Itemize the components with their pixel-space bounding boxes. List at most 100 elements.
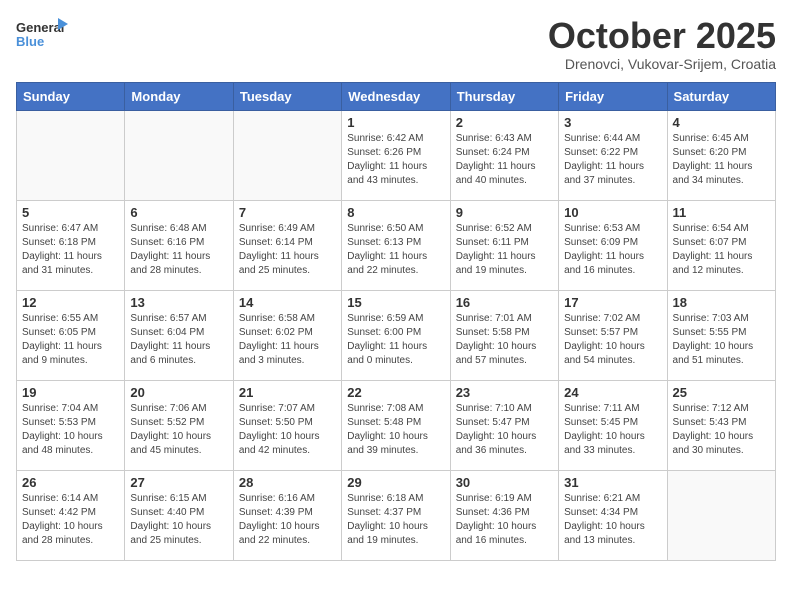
day-number: 1 [347, 115, 444, 130]
day-number: 26 [22, 475, 119, 490]
calendar-cell: 27 Sunrise: 6:15 AM Sunset: 4:40 PM Dayli… [125, 470, 233, 560]
day-info: Sunrise: 6:44 AM Sunset: 6:22 PM Dayligh… [564, 132, 661, 188]
page-header: General Blue October 2025 Drenovci, Vuko… [16, 16, 776, 72]
calendar-table: SundayMondayTuesdayWednesdayThursdayFrid… [16, 82, 776, 561]
calendar-cell [17, 110, 125, 200]
weekday-header-friday: Friday [559, 82, 667, 110]
day-info: Sunrise: 7:08 AM Sunset: 5:48 PM Dayligh… [347, 402, 444, 458]
weekday-header-saturday: Saturday [667, 82, 775, 110]
day-info: Sunrise: 7:03 AM Sunset: 5:55 PM Dayligh… [673, 312, 770, 368]
calendar-cell [667, 470, 775, 560]
weekday-header-sunday: Sunday [17, 82, 125, 110]
day-number: 8 [347, 205, 444, 220]
day-number: 20 [130, 385, 227, 400]
day-info: Sunrise: 7:10 AM Sunset: 5:47 PM Dayligh… [456, 402, 553, 458]
day-number: 18 [673, 295, 770, 310]
day-number: 22 [347, 385, 444, 400]
month-title: October 2025 [548, 16, 776, 56]
calendar-cell: 23 Sunrise: 7:10 AM Sunset: 5:47 PM Dayli… [450, 380, 558, 470]
weekday-header-thursday: Thursday [450, 82, 558, 110]
title-block: October 2025 Drenovci, Vukovar-Srijem, C… [548, 16, 776, 72]
calendar-cell: 17Sunrise: 7:02 AM Sunset: 5:57 PM Dayli… [559, 290, 667, 380]
day-info: Sunrise: 6:50 AM Sunset: 6:13 PM Dayligh… [347, 222, 444, 278]
calendar-cell: 18 Sunrise: 7:03 AM Sunset: 5:55 PM Dayli… [667, 290, 775, 380]
calendar-cell: 16Sunrise: 7:01 AM Sunset: 5:58 PM Dayli… [450, 290, 558, 380]
day-number: 31 [564, 475, 661, 490]
day-info: Sunrise: 6:15 AM Sunset: 4:40 PM Dayligh… [130, 492, 227, 548]
day-number: 29 [347, 475, 444, 490]
calendar-cell: 6 Sunrise: 6:48 AM Sunset: 6:16 PM Daylig… [125, 200, 233, 290]
calendar-cell: 15 Sunrise: 6:59 AM Sunset: 6:00 PM Dayli… [342, 290, 450, 380]
day-number: 28 [239, 475, 336, 490]
day-info: Sunrise: 6:57 AM Sunset: 6:04 PM Dayligh… [130, 312, 227, 368]
day-info: Sunrise: 6:18 AM Sunset: 4:37 PM Dayligh… [347, 492, 444, 548]
calendar-cell: 25 Sunrise: 7:12 AM Sunset: 5:43 PM Dayli… [667, 380, 775, 470]
day-info: Sunrise: 7:12 AM Sunset: 5:43 PM Dayligh… [673, 402, 770, 458]
calendar-week-0: 1 Sunrise: 6:42 AM Sunset: 6:26 PM Daylig… [17, 110, 776, 200]
calendar-cell: 11 Sunrise: 6:54 AM Sunset: 6:07 PM Dayli… [667, 200, 775, 290]
weekday-header-monday: Monday [125, 82, 233, 110]
day-info: Sunrise: 6:14 AM Sunset: 4:42 PM Dayligh… [22, 492, 119, 548]
day-number: 12 [22, 295, 119, 310]
day-info: Sunrise: 6:42 AM Sunset: 6:26 PM Dayligh… [347, 132, 444, 188]
calendar-cell: 14Sunrise: 6:58 AM Sunset: 6:02 PM Dayli… [233, 290, 341, 380]
day-number: 27 [130, 475, 227, 490]
calendar-cell: 10Sunrise: 6:53 AM Sunset: 6:09 PM Dayli… [559, 200, 667, 290]
calendar-cell: 1 Sunrise: 6:42 AM Sunset: 6:26 PM Daylig… [342, 110, 450, 200]
day-info: Sunrise: 6:43 AM Sunset: 6:24 PM Dayligh… [456, 132, 553, 188]
calendar-cell: 7 Sunrise: 6:49 AM Sunset: 6:14 PM Daylig… [233, 200, 341, 290]
day-info: Sunrise: 6:48 AM Sunset: 6:16 PM Dayligh… [130, 222, 227, 278]
calendar-cell: 9Sunrise: 6:52 AM Sunset: 6:11 PM Daylig… [450, 200, 558, 290]
calendar-cell: 5 Sunrise: 6:47 AM Sunset: 6:18 PM Daylig… [17, 200, 125, 290]
day-info: Sunrise: 6:54 AM Sunset: 6:07 PM Dayligh… [673, 222, 770, 278]
day-info: Sunrise: 6:55 AM Sunset: 6:05 PM Dayligh… [22, 312, 119, 368]
calendar-week-2: 12 Sunrise: 6:55 AM Sunset: 6:05 PM Dayli… [17, 290, 776, 380]
svg-text:General: General [16, 20, 64, 35]
location: Drenovci, Vukovar-Srijem, Croatia [548, 56, 776, 72]
day-number: 30 [456, 475, 553, 490]
logo-icon: General Blue [16, 16, 68, 52]
calendar-cell: 13 Sunrise: 6:57 AM Sunset: 6:04 PM Dayli… [125, 290, 233, 380]
calendar-cell: 21Sunrise: 7:07 AM Sunset: 5:50 PM Dayli… [233, 380, 341, 470]
day-number: 19 [22, 385, 119, 400]
day-info: Sunrise: 7:04 AM Sunset: 5:53 PM Dayligh… [22, 402, 119, 458]
calendar-cell: 3 Sunrise: 6:44 AM Sunset: 6:22 PM Daylig… [559, 110, 667, 200]
day-info: Sunrise: 6:59 AM Sunset: 6:00 PM Dayligh… [347, 312, 444, 368]
day-number: 13 [130, 295, 227, 310]
day-number: 5 [22, 205, 119, 220]
day-info: Sunrise: 6:16 AM Sunset: 4:39 PM Dayligh… [239, 492, 336, 548]
day-info: Sunrise: 6:47 AM Sunset: 6:18 PM Dayligh… [22, 222, 119, 278]
day-number: 23 [456, 385, 553, 400]
calendar-cell: 22 Sunrise: 7:08 AM Sunset: 5:48 PM Dayli… [342, 380, 450, 470]
calendar-week-3: 19 Sunrise: 7:04 AM Sunset: 5:53 PM Dayli… [17, 380, 776, 470]
calendar-cell: 2 Sunrise: 6:43 AM Sunset: 6:24 PM Daylig… [450, 110, 558, 200]
day-number: 21 [239, 385, 336, 400]
calendar-week-1: 5 Sunrise: 6:47 AM Sunset: 6:18 PM Daylig… [17, 200, 776, 290]
day-info: Sunrise: 6:49 AM Sunset: 6:14 PM Dayligh… [239, 222, 336, 278]
day-number: 15 [347, 295, 444, 310]
day-info: Sunrise: 6:45 AM Sunset: 6:20 PM Dayligh… [673, 132, 770, 188]
day-number: 3 [564, 115, 661, 130]
day-info: Sunrise: 6:21 AM Sunset: 4:34 PM Dayligh… [564, 492, 661, 548]
calendar-cell [125, 110, 233, 200]
day-number: 24 [564, 385, 661, 400]
calendar-cell: 30Sunrise: 6:19 AM Sunset: 4:36 PM Dayli… [450, 470, 558, 560]
day-number: 7 [239, 205, 336, 220]
day-number: 14 [239, 295, 336, 310]
calendar-cell: 12 Sunrise: 6:55 AM Sunset: 6:05 PM Dayli… [17, 290, 125, 380]
day-number: 4 [673, 115, 770, 130]
calendar-week-4: 26 Sunrise: 6:14 AM Sunset: 4:42 PM Dayli… [17, 470, 776, 560]
day-info: Sunrise: 7:11 AM Sunset: 5:45 PM Dayligh… [564, 402, 661, 458]
day-number: 25 [673, 385, 770, 400]
calendar-cell: 8 Sunrise: 6:50 AM Sunset: 6:13 PM Daylig… [342, 200, 450, 290]
calendar-cell: 24 Sunrise: 7:11 AM Sunset: 5:45 PM Dayli… [559, 380, 667, 470]
weekday-header-tuesday: Tuesday [233, 82, 341, 110]
calendar-cell: 26 Sunrise: 6:14 AM Sunset: 4:42 PM Dayli… [17, 470, 125, 560]
svg-text:Blue: Blue [16, 34, 44, 49]
day-number: 11 [673, 205, 770, 220]
day-number: 2 [456, 115, 553, 130]
day-info: Sunrise: 7:02 AM Sunset: 5:57 PM Dayligh… [564, 312, 661, 368]
day-info: Sunrise: 7:01 AM Sunset: 5:58 PM Dayligh… [456, 312, 553, 368]
day-info: Sunrise: 6:53 AM Sunset: 6:09 PM Dayligh… [564, 222, 661, 278]
day-number: 6 [130, 205, 227, 220]
